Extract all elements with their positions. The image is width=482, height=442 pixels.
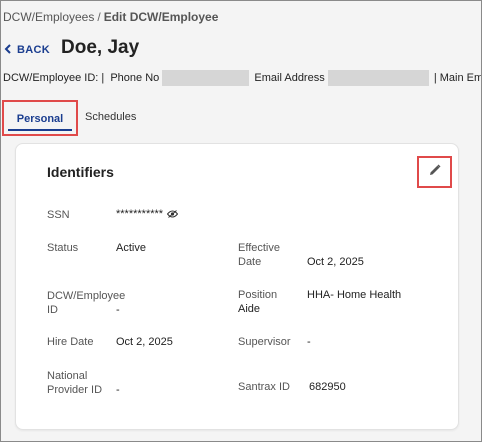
status-value: Active xyxy=(116,242,146,254)
email-label: Email Address xyxy=(254,72,325,84)
effective-date-value: Oct 2, 2025 xyxy=(307,256,364,268)
tab-bar: Personal Schedules xyxy=(0,100,482,136)
employee-id-value: - xyxy=(116,304,120,316)
effective-date-label-line1: Effective xyxy=(238,242,280,254)
effective-date-label: Effective Date xyxy=(238,241,280,269)
hire-date-value: Oct 2, 2025 xyxy=(116,336,173,348)
employee-info-bar: DCW/Employee ID: | Phone No Email Addres… xyxy=(3,70,481,86)
pencil-icon xyxy=(429,163,441,181)
tab-personal-label: Personal xyxy=(16,113,64,125)
eye-icon[interactable] xyxy=(166,208,179,222)
edit-button[interactable] xyxy=(417,156,452,188)
ssn-value: *********** xyxy=(116,207,179,222)
santrax-id-label: Santrax ID xyxy=(238,381,290,393)
status-label: Status xyxy=(47,242,79,254)
employee-id-label: DCW/Employee ID xyxy=(47,289,125,317)
hire-date-label: Hire Date xyxy=(47,336,94,348)
breadcrumb: DCW/Employees / Edit DCW/Employee xyxy=(3,10,218,24)
ssn-label: SSN xyxy=(47,209,70,221)
email-redacted-value xyxy=(327,70,429,86)
page-title: Doe, Jay xyxy=(61,37,140,58)
npi-label-line1: National xyxy=(47,370,88,382)
position-label: Position xyxy=(238,289,278,301)
tab-schedules[interactable]: Schedules xyxy=(85,100,136,136)
supervisor-label: Supervisor xyxy=(238,336,291,348)
ssn-masked-text: *********** xyxy=(116,208,164,220)
back-button[interactable]: BACK xyxy=(4,43,50,57)
npi-label-line2: Provider ID xyxy=(47,384,103,396)
identifiers-card: Identifiers SSN *********** Status Activ… xyxy=(15,143,459,430)
tab-schedules-label: Schedules xyxy=(85,111,137,123)
breadcrumb-separator: / xyxy=(97,10,101,24)
santrax-id-value: 682950 xyxy=(309,381,346,393)
card-title: Identifiers xyxy=(47,164,114,180)
supervisor-value: - xyxy=(307,336,311,348)
chevron-left-icon xyxy=(4,43,11,57)
position-value-line1: HHA- Home Health xyxy=(307,289,402,301)
active-tab-indicator xyxy=(8,129,72,131)
employee-id-label: DCW/Employee ID: | xyxy=(3,72,105,84)
employee-id-label-line1: DCW/Employee xyxy=(47,290,126,302)
npi-label: National Provider ID xyxy=(47,369,102,397)
phone-redacted-value xyxy=(162,70,250,86)
main-emergency-label: | Main Emerg xyxy=(433,72,481,84)
back-label: BACK xyxy=(17,44,50,56)
employee-id-label-line2: ID xyxy=(47,304,58,316)
position-value-line2: Aide xyxy=(238,303,261,315)
tab-personal[interactable]: Personal xyxy=(2,100,78,136)
breadcrumb-parent-link[interactable]: DCW/Employees xyxy=(3,10,94,24)
effective-date-label-line2: Date xyxy=(238,256,262,268)
npi-value: - xyxy=(116,384,120,396)
phone-label: Phone No xyxy=(110,72,160,84)
breadcrumb-current: Edit DCW/Employee xyxy=(103,10,219,24)
